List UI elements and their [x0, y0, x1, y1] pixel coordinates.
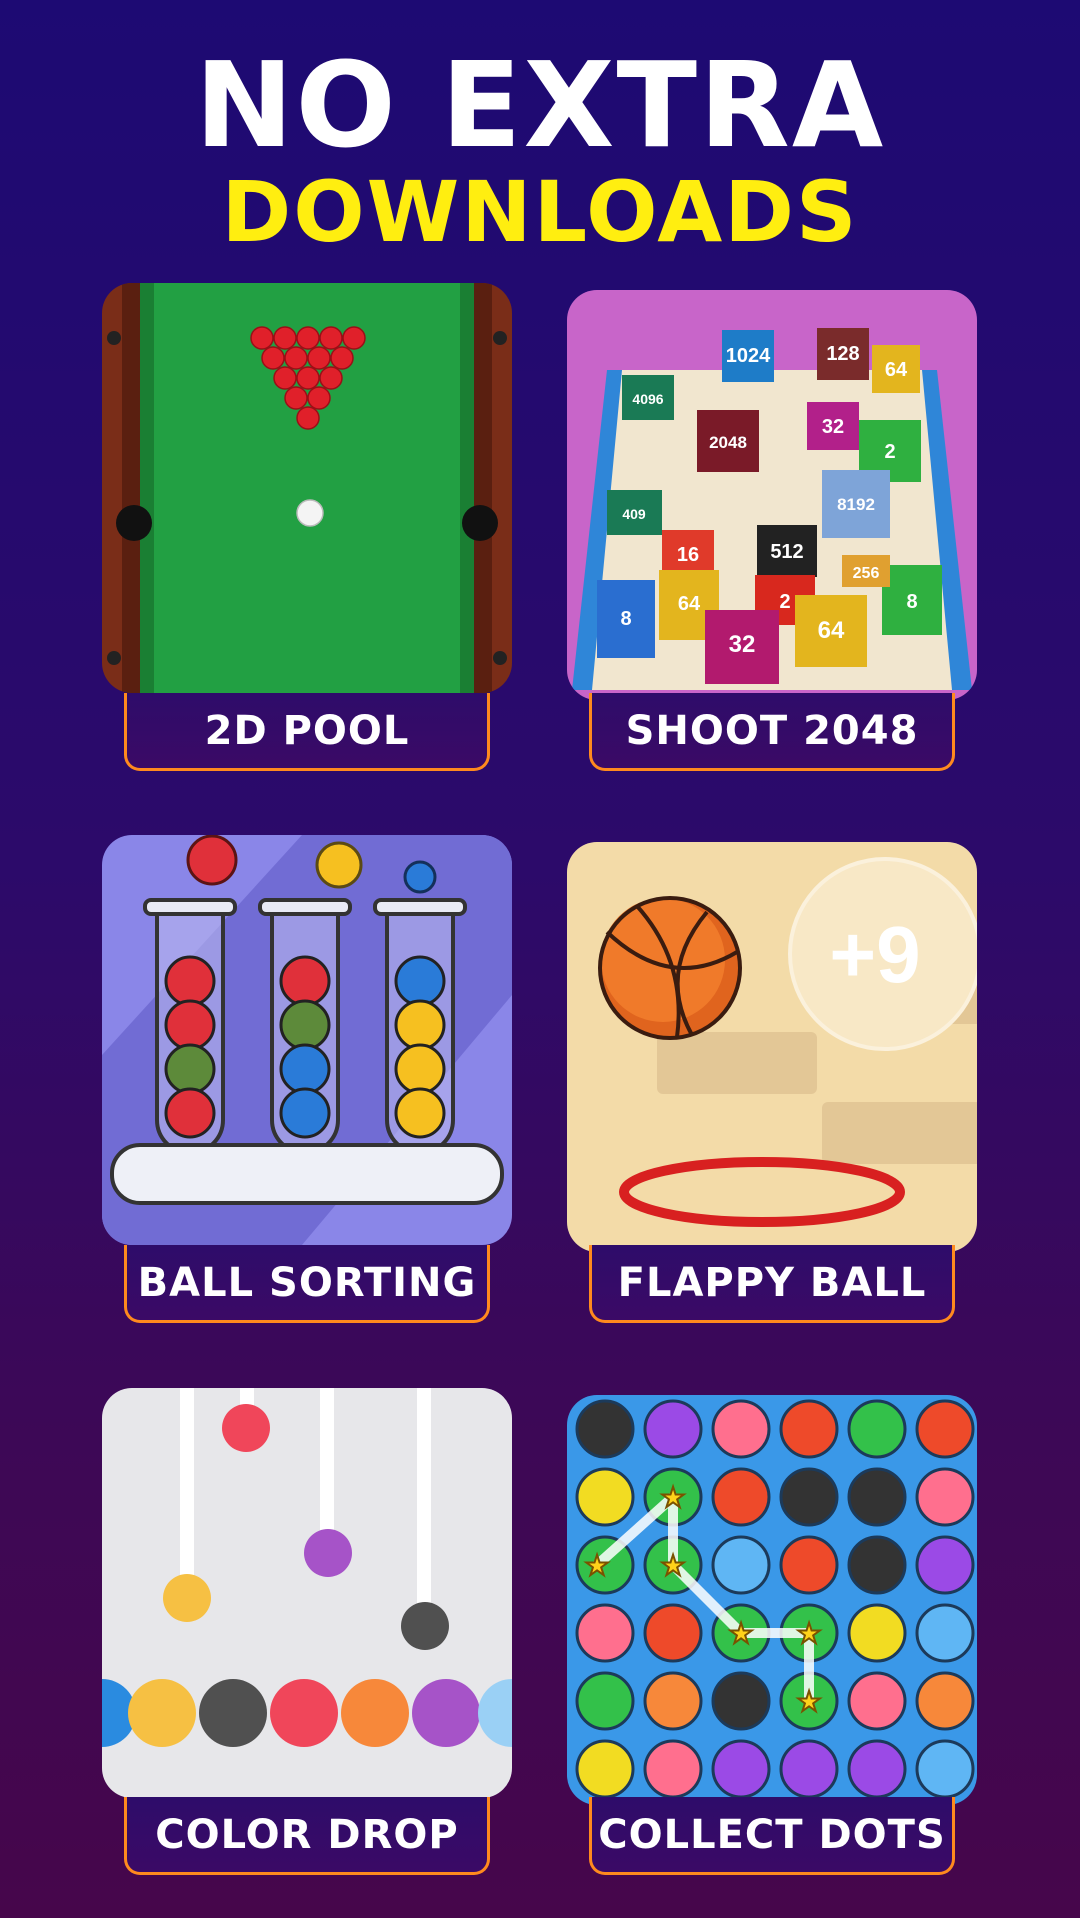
svg-text:★: ★	[728, 1617, 753, 1650]
headline-line1: NO EXTRA	[194, 36, 886, 174]
pool-table-icon	[102, 283, 512, 693]
dot-grid-icon: ★ ★ ★ ★ ★ ★	[567, 1395, 977, 1805]
game-card-color-drop[interactable]	[102, 1388, 512, 1798]
basketball-hoop-icon: +9	[567, 842, 977, 1252]
game-card-flappy-ball[interactable]: +9	[567, 842, 977, 1252]
cube-number: 4096	[632, 391, 663, 407]
cube-number: 256	[853, 565, 880, 582]
svg-text:★: ★	[660, 1481, 685, 1514]
svg-text:★: ★	[584, 1549, 609, 1582]
cube-number: 128	[826, 343, 859, 365]
cube-number: 8	[906, 591, 917, 613]
game-card-2d-pool[interactable]	[102, 283, 512, 693]
cube-number: 64	[818, 617, 845, 644]
cube-number: 8	[620, 608, 631, 630]
cube-number: 2	[884, 441, 895, 463]
cube-number: 8192	[837, 495, 875, 514]
game-label-shoot-2048[interactable]: SHOOT 2048	[589, 693, 955, 771]
svg-text:★: ★	[796, 1685, 821, 1718]
cube-number: 64	[885, 359, 908, 381]
game-label-flappy-ball[interactable]: FLAPPY BALL	[589, 1245, 955, 1323]
cube-number: 16	[677, 544, 699, 566]
svg-text:★: ★	[796, 1617, 821, 1650]
game-label-ball-sorting[interactable]: BALL SORTING	[124, 1245, 490, 1323]
game-card-shoot-2048[interactable]: 1024 128 64 4096 2048 32 2 8192 512 16 4…	[567, 290, 977, 700]
cube-number: 64	[678, 593, 701, 615]
score-popup: +9	[829, 910, 920, 999]
game-label-2d-pool[interactable]: 2D POOL	[124, 693, 490, 771]
ball-sort-tubes-icon	[102, 835, 512, 1245]
cube-number: 1024	[726, 345, 771, 367]
cube-number: 512	[770, 541, 803, 563]
color-drop-icon	[102, 1388, 512, 1798]
svg-text:★: ★	[660, 1549, 685, 1582]
game-card-collect-dots[interactable]: ★ ★ ★ ★ ★ ★	[567, 1395, 977, 1805]
cube-number: 409	[622, 506, 646, 522]
headline-line2: DOWNLOADS	[221, 163, 859, 261]
game-label-collect-dots[interactable]: COLLECT DOTS	[589, 1797, 955, 1875]
game-label-color-drop[interactable]: COLOR DROP	[124, 1797, 490, 1875]
cube-number: 2	[779, 591, 790, 613]
cube-number: 32	[729, 631, 756, 658]
number-cubes-icon: 1024 128 64 4096 2048 32 2 8192 512 16 4…	[567, 290, 977, 700]
cube-number: 32	[822, 416, 844, 438]
cube-number: 2048	[709, 433, 747, 452]
game-card-ball-sorting[interactable]	[102, 835, 512, 1245]
